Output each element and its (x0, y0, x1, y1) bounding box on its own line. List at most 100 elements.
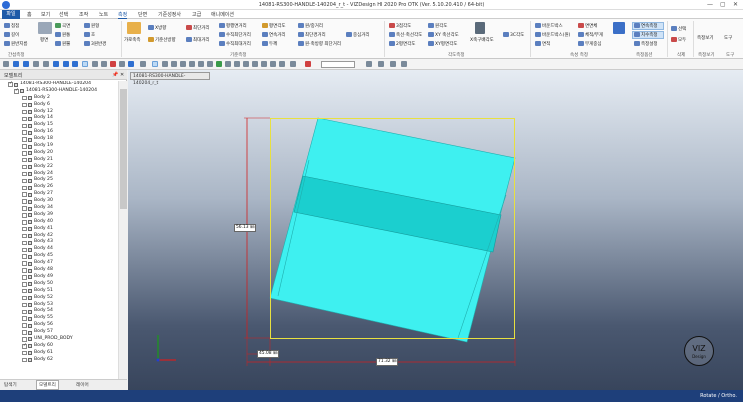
undo-icon[interactable] (63, 61, 69, 67)
rb-bound-box-circle[interactable]: 바운드박스(원) (535, 32, 570, 38)
rb-length[interactable]: 길이 (4, 32, 19, 38)
visibility-checkbox[interactable] (22, 199, 27, 204)
visibility-checkbox[interactable] (22, 157, 27, 163)
rb-3c-angle[interactable]: 3C각도 (503, 32, 524, 38)
visibility-checkbox[interactable] (22, 233, 27, 239)
tree-item[interactable]: Body 26 (0, 184, 118, 191)
color-picker-icon[interactable] (366, 61, 372, 67)
rb-arc[interactable]: 호 (84, 32, 95, 38)
tree-item[interactable]: Body 42 (0, 233, 118, 240)
pointer-icon[interactable] (152, 61, 158, 67)
rb-baseline-direction[interactable]: 기준선방향 (148, 37, 176, 43)
tree-item[interactable]: Body 25 (0, 177, 118, 184)
line-icon[interactable] (162, 61, 168, 67)
visibility-checkbox[interactable] (22, 116, 27, 122)
rb-cone[interactable]: 원뿔 (55, 41, 70, 47)
rb-tools[interactable]: 도구 (724, 35, 732, 41)
ruler-icon[interactable] (290, 61, 296, 67)
rb-thickness[interactable]: 두께 (262, 41, 277, 47)
tree-item[interactable]: Body 24 (0, 171, 118, 178)
visibility-checkbox[interactable] (22, 323, 27, 328)
visibility-checkbox[interactable] (22, 357, 27, 363)
pin-icon[interactable]: 📌 (112, 72, 118, 78)
visibility-checkbox[interactable] (22, 288, 27, 294)
visibility-checkbox[interactable] (22, 343, 27, 349)
rb-circle-angle[interactable]: 원각도 (428, 23, 447, 29)
visibility-checkbox[interactable] (22, 185, 27, 191)
visibility-checkbox[interactable] (22, 123, 27, 129)
rb-2plane-angle[interactable]: 2평면각도 (389, 41, 415, 47)
visibility-checkbox[interactable] (22, 302, 27, 308)
rb-circle-distance[interactable]: 원/중거리 (298, 23, 323, 29)
visibility-checkbox[interactable] (22, 275, 27, 280)
circle-tool-icon[interactable] (101, 61, 107, 67)
close-button[interactable]: ✕ (733, 1, 738, 8)
tree-item[interactable]: Body 2 (0, 95, 118, 102)
tree-item[interactable]: Body 55 (0, 315, 118, 322)
visibility-checkbox[interactable] (22, 247, 27, 253)
rb-faces[interactable]: 면면체 (578, 23, 597, 29)
brush-icon[interactable] (225, 61, 231, 67)
tree-item[interactable]: Body 12 (0, 109, 118, 116)
visibility-checkbox[interactable] (22, 171, 27, 177)
open-file-icon[interactable] (13, 61, 19, 67)
rb-cylinder[interactable]: 원통 (55, 32, 70, 38)
pin-tool-icon[interactable] (401, 61, 407, 67)
select-arrow-icon[interactable] (82, 61, 88, 67)
tree-item[interactable]: Body 34 (0, 205, 118, 212)
visibility-checkbox[interactable] (22, 130, 27, 135)
tree-item[interactable]: Body 41 (0, 226, 118, 233)
text-icon[interactable] (207, 61, 213, 67)
rb-max-distance[interactable]: 최대거리 (186, 37, 210, 43)
visibility-checkbox[interactable] (22, 268, 27, 273)
visibility-checkbox[interactable] (22, 137, 27, 142)
redo-icon[interactable] (72, 61, 78, 67)
visibility-checkbox[interactable] (22, 316, 27, 321)
visibility-checkbox[interactable] (22, 240, 27, 246)
rb-area[interactable]: 면적 (535, 41, 550, 47)
eraser-icon[interactable] (305, 61, 311, 67)
tree-item[interactable]: Body 16 (0, 129, 118, 136)
visibility-checkbox[interactable] (22, 213, 27, 218)
rb-horizontal[interactable]: 가로축측 (124, 37, 141, 43)
tree-item[interactable]: UNI_PROD_BODY (0, 336, 118, 343)
dimension-tool-icon[interactable] (261, 61, 267, 67)
visibility-checkbox[interactable] (22, 295, 27, 301)
wrench-icon[interactable] (243, 61, 249, 67)
3d-viewport[interactable]: 14081-RS300-HANDLE-140204_r_t 56.13 ㎜ 45… (128, 70, 743, 390)
tree-item[interactable]: Body 50 (0, 281, 118, 288)
rb-plane-angle[interactable]: 평면각도 (262, 23, 286, 29)
x-draft-big-icon[interactable] (475, 22, 485, 34)
tree-item[interactable]: Body 6 (0, 102, 118, 109)
horizontal-measure-big-icon[interactable] (127, 22, 141, 34)
visibility-checkbox[interactable] (22, 151, 27, 156)
maximize-button[interactable]: ▢ (720, 1, 726, 8)
rb-select[interactable]: 선택 (671, 26, 686, 32)
save-as-icon[interactable] (33, 61, 39, 67)
visibility-checkbox[interactable] (22, 192, 27, 197)
export-icon[interactable] (53, 61, 59, 67)
tree-item[interactable]: Body 20 (0, 150, 118, 157)
save-icon[interactable] (23, 61, 29, 67)
tree-item[interactable]: Body 57 (0, 329, 118, 336)
rb-min-distance[interactable]: 최단거리 (186, 25, 210, 31)
tree-item[interactable]: Body 52 (0, 295, 118, 302)
visibility-checkbox[interactable] (22, 350, 27, 356)
highlight-icon[interactable] (390, 61, 396, 67)
tree-item[interactable]: Body 15 (0, 122, 118, 129)
rb-surface[interactable]: 곡면 (55, 23, 70, 29)
visibility-checkbox[interactable] (8, 81, 13, 88)
visibility-checkbox[interactable] (22, 261, 27, 266)
visibility-checkbox[interactable] (22, 309, 27, 315)
grid-icon[interactable] (252, 61, 258, 67)
rectangle-icon[interactable] (171, 61, 177, 67)
rb-vert-max-distance[interactable]: 수직최대거리 (219, 41, 251, 47)
tree-item[interactable]: Body 44 (0, 246, 118, 253)
tab-layer[interactable]: 레이어 (76, 382, 89, 388)
visibility-checkbox[interactable] (14, 88, 19, 94)
polygon-icon[interactable] (189, 61, 195, 67)
scroll-thumb[interactable] (120, 89, 127, 209)
menu-manipulate[interactable]: 조작 (79, 11, 88, 18)
delete-big-icon[interactable] (613, 22, 625, 34)
tree-item[interactable]: Body 61 (0, 350, 118, 357)
